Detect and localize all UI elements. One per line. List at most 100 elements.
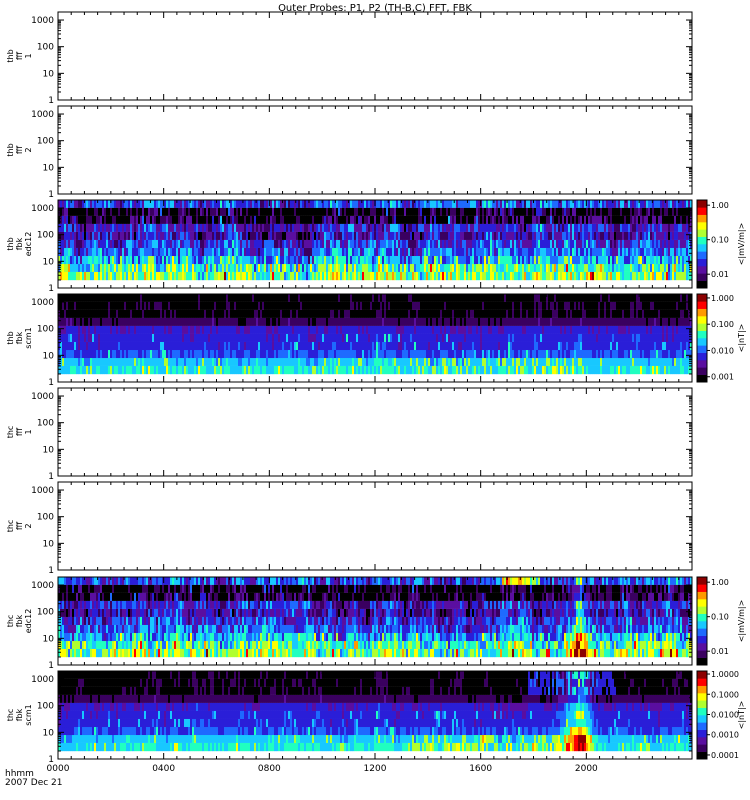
spectrogram-cell <box>482 365 485 375</box>
spectrogram-cell <box>362 357 365 366</box>
spectrogram-cell <box>590 247 593 257</box>
spectrogram-cell <box>354 263 357 272</box>
spectrogram-cell <box>254 207 257 216</box>
spectrogram-cell <box>442 263 445 272</box>
spectrogram-cell <box>140 231 143 240</box>
spectrogram-cell <box>366 255 369 265</box>
spectrogram-cell <box>568 223 571 232</box>
spectrogram-cell <box>70 349 73 359</box>
spectrogram-cell <box>222 215 225 224</box>
spectrogram-cell <box>172 341 175 351</box>
spectrogram-cell <box>310 239 313 248</box>
spectrogram-cell <box>340 271 343 281</box>
spectrogram-cell <box>642 341 645 351</box>
spectrogram-cell <box>238 239 241 248</box>
spectrogram-cell <box>136 349 139 359</box>
spectrogram-cell <box>550 215 553 224</box>
spectrogram-cell <box>632 247 635 257</box>
spectrogram-cell <box>188 223 191 232</box>
spectrogram-cell <box>536 349 539 359</box>
spectrogram-cell <box>368 271 371 281</box>
spectrogram-cell <box>280 223 283 232</box>
spectrogram-cell <box>300 223 303 232</box>
colorbar-swatch <box>697 266 707 274</box>
spectrogram-cell <box>312 255 315 265</box>
spectrogram-cell <box>268 239 271 248</box>
spectrogram-cell <box>556 239 559 248</box>
spectrogram-cell <box>590 349 593 359</box>
spectrogram-cell <box>264 255 267 265</box>
spectrogram-cell <box>390 200 393 208</box>
spectrogram-cell <box>284 263 287 272</box>
spectrogram-cell <box>554 223 557 232</box>
spectrogram-cell <box>156 349 159 359</box>
spectrogram-cell <box>440 255 443 265</box>
spectrogram-cell <box>356 365 359 375</box>
spectrogram-cell <box>650 365 653 375</box>
spectrogram-cell <box>292 215 295 224</box>
spectrogram-cell <box>142 231 145 240</box>
spectrogram-cell <box>220 200 223 208</box>
spectrogram-cell <box>598 357 601 366</box>
spectrogram-cell <box>476 263 479 272</box>
spectrogram-cell <box>316 200 319 208</box>
colorbar-label: <|mV/m|> <box>737 223 746 266</box>
spectrogram-cell <box>656 239 659 248</box>
spectrogram-cell <box>530 365 533 375</box>
spectrogram-cell <box>388 357 391 366</box>
spectrogram-cell <box>236 239 239 248</box>
spectrogram-cell <box>302 215 305 224</box>
spectrogram-cell <box>534 341 537 351</box>
spectrogram-cell <box>608 239 611 248</box>
spectrogram-cell <box>186 341 189 351</box>
spectrogram-cell <box>174 215 177 224</box>
spectrogram-cell <box>398 239 401 248</box>
spectrogram-cell <box>274 239 277 248</box>
spectrogram-cell <box>138 207 141 216</box>
spectrogram-cell <box>224 215 227 224</box>
spectrogram-cell <box>480 349 483 359</box>
spectrogram-cell <box>616 207 619 216</box>
spectrogram-cell <box>178 223 181 232</box>
spectrogram-cell <box>248 255 251 265</box>
spectrogram-cell <box>290 215 293 224</box>
spectrogram-cell <box>340 365 343 375</box>
spectrogram-cell <box>186 200 189 208</box>
spectrogram-cell <box>302 223 305 232</box>
spectrogram-cell <box>610 263 613 272</box>
spectrogram-cell <box>292 255 295 265</box>
spectrogram-cell <box>338 357 341 366</box>
spectrogram-cell <box>66 341 69 351</box>
spectrogram-cell <box>396 239 399 248</box>
spectrogram-cell <box>218 365 221 375</box>
spectrogram-cell <box>478 263 481 272</box>
spectrogram-cell <box>462 200 465 208</box>
spectrogram-cell <box>672 200 675 208</box>
spectrogram-cell <box>164 357 167 366</box>
spectrogram-cell <box>642 255 645 265</box>
spectrogram-cell <box>104 365 107 375</box>
spectrogram-cell <box>448 223 451 232</box>
spectrogram-cell <box>482 247 485 257</box>
spectrogram-cell <box>178 200 181 208</box>
spectrogram-cell <box>106 255 109 265</box>
spectrogram-cell <box>240 263 243 272</box>
spectrogram-cell <box>286 231 289 240</box>
spectrogram-cell <box>438 215 441 224</box>
spectrogram-cell <box>398 365 401 375</box>
spectrogram-cell <box>182 357 185 366</box>
spectrogram-cell <box>198 223 201 232</box>
spectrogram-cell <box>226 365 229 375</box>
spectrogram-cell <box>452 341 455 351</box>
spectrogram-cell <box>340 207 343 216</box>
spectrogram-cell <box>154 231 157 240</box>
spectrogram-cell <box>346 223 349 232</box>
spectrogram-cell <box>246 223 249 232</box>
spectrogram-cell <box>450 247 453 257</box>
spectrogram-cell <box>166 255 169 265</box>
spectrogram-cell <box>134 200 137 208</box>
spectrogram-cell <box>260 207 263 216</box>
spectrogram-cell <box>594 200 597 208</box>
spectrogram-cell <box>682 239 685 248</box>
spectrogram-cell <box>552 263 555 272</box>
